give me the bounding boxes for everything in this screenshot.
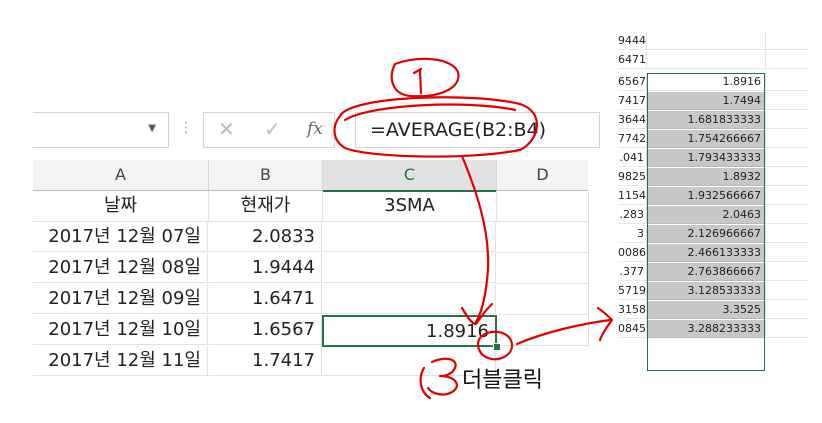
column-header-b[interactable]: B <box>209 160 323 191</box>
preview-sma: 2.0463 <box>647 206 765 224</box>
preview-sma <box>647 51 765 69</box>
column-header-a[interactable]: A <box>33 160 209 191</box>
filled-column-preview: 9444 6471 6567 1.8916 7417 1.7494 3644 1.68… <box>618 32 808 372</box>
preview-sma: 2.126966667 <box>647 225 765 243</box>
preview-sma: 1.7494 <box>647 92 765 110</box>
cell-c2[interactable] <box>323 222 496 252</box>
cell-d2[interactable] <box>497 222 589 253</box>
preview-price: 9444 <box>618 32 647 50</box>
preview-sma: 3.3525 <box>647 301 765 319</box>
cell-a4[interactable]: 2017년 12월 09일 <box>33 284 208 314</box>
preview-row: 0845 3.288233333 <box>618 320 808 338</box>
preview-price: 3158 <box>618 301 647 319</box>
preview-sma: 1.754266667 <box>647 130 765 148</box>
preview-sma: 1.932566667 <box>647 187 765 205</box>
preview-row: 5719 3.128533333 <box>618 282 808 300</box>
preview-price: .377 <box>618 263 647 281</box>
enter-icon[interactable]: ✓ <box>264 117 281 141</box>
formula-input[interactable]: =AVERAGE(B2:B4) <box>355 112 600 148</box>
cancel-icon[interactable]: ✕ <box>218 117 235 141</box>
cell-b1[interactable]: 현재가 <box>209 191 323 222</box>
cell-b5[interactable]: 1.6567 <box>209 315 322 345</box>
preview-row: .283 2.0463 <box>618 206 808 224</box>
cell-c1[interactable]: 3SMA <box>323 191 497 222</box>
preview-sma: 2.763866667 <box>647 263 765 281</box>
cell-c3[interactable] <box>323 253 496 283</box>
preview-sma: 3.128533333 <box>647 282 765 300</box>
preview-row: .041 1.793433333 <box>618 149 808 167</box>
cell-d1[interactable] <box>497 191 589 222</box>
cell-a2[interactable]: 2017년 12월 07일 <box>33 222 208 252</box>
fx-icon[interactable]: fx <box>307 119 323 139</box>
formula-bar: ▼ ⋮ ✕ ✓ fx =AVERAGE(B2:B4) <box>33 104 600 154</box>
preview-row: 6471 <box>618 51 808 69</box>
preview-row: 9444 <box>618 32 808 50</box>
column-header-c[interactable]: C <box>323 160 497 192</box>
chevron-down-icon[interactable]: ▼ <box>148 123 156 134</box>
column-header-d[interactable]: D <box>497 160 588 191</box>
preview-price: 0086 <box>618 244 647 262</box>
preview-sma: 3.288233333 <box>647 320 765 338</box>
double-click-note: 더블클릭 <box>462 368 543 393</box>
cell-b6[interactable]: 1.7417 <box>209 346 322 376</box>
preview-row: 9825 1.8932 <box>618 168 808 186</box>
cell-d4[interactable] <box>497 284 589 315</box>
preview-row: 6567 1.8916 <box>618 73 808 91</box>
preview-row: 3158 3.3525 <box>618 301 808 319</box>
preview-sma <box>647 32 765 50</box>
preview-price: 0845 <box>618 320 647 338</box>
fill-handle[interactable] <box>493 343 501 351</box>
cell-a3[interactable]: 2017년 12월 08일 <box>33 253 208 283</box>
preview-price: 5719 <box>618 282 647 300</box>
step-1-circle <box>390 57 460 98</box>
spreadsheet-grid: A B C D 날짜 현재가 3SMA 2017년 12월 07일 2.0833… <box>33 160 589 376</box>
preview-price: .283 <box>618 206 647 224</box>
preview-row: 3 2.126966667 <box>618 225 808 243</box>
preview-row: 0086 2.466133333 <box>618 244 808 262</box>
preview-price: 3 <box>618 225 647 243</box>
preview-price: 6567 <box>618 73 647 91</box>
preview-sma: 2.466133333 <box>647 244 765 262</box>
cell-a5[interactable]: 2017년 12월 10일 <box>33 315 208 345</box>
preview-price: 9825 <box>618 168 647 186</box>
preview-price: 7742 <box>618 130 647 148</box>
cell-b3[interactable]: 1.9444 <box>209 253 322 283</box>
preview-row: 7417 1.7494 <box>618 92 808 110</box>
formula-buttons: ✕ ✓ fx <box>203 112 335 148</box>
cell-a1[interactable]: 날짜 <box>33 191 209 222</box>
preview-price: 3644 <box>618 111 647 129</box>
cell-c4[interactable] <box>323 284 496 314</box>
preview-price: 6471 <box>618 51 647 69</box>
cell-a6[interactable]: 2017년 12월 11일 <box>33 346 208 376</box>
preview-sma: 1.681833333 <box>647 111 765 129</box>
preview-row: .377 2.763866667 <box>618 263 808 281</box>
preview-price: .041 <box>618 149 647 167</box>
preview-price: 1154 <box>618 187 647 205</box>
active-cell-c5[interactable]: 1.8916 <box>322 315 497 347</box>
preview-sma: 1.8916 <box>647 73 765 91</box>
preview-row: 7742 1.754266667 <box>618 130 808 148</box>
preview-row: 3644 1.681833333 <box>618 111 808 129</box>
cell-d3[interactable] <box>497 253 589 284</box>
name-box[interactable]: ▼ <box>33 112 169 148</box>
cell-b4[interactable]: 1.6471 <box>209 284 322 314</box>
splitter-icon[interactable]: ⋮ <box>179 120 193 136</box>
cell-d5[interactable] <box>498 315 589 346</box>
cell-b2[interactable]: 2.0833 <box>209 222 322 252</box>
preview-sma: 1.793433333 <box>647 149 765 167</box>
step-1-mark <box>418 68 423 95</box>
preview-row: 1154 1.932566667 <box>618 187 808 205</box>
formula-text: =AVERAGE(B2:B4) <box>370 119 547 141</box>
preview-price: 7417 <box>618 92 647 110</box>
preview-sma: 1.8932 <box>647 168 765 186</box>
